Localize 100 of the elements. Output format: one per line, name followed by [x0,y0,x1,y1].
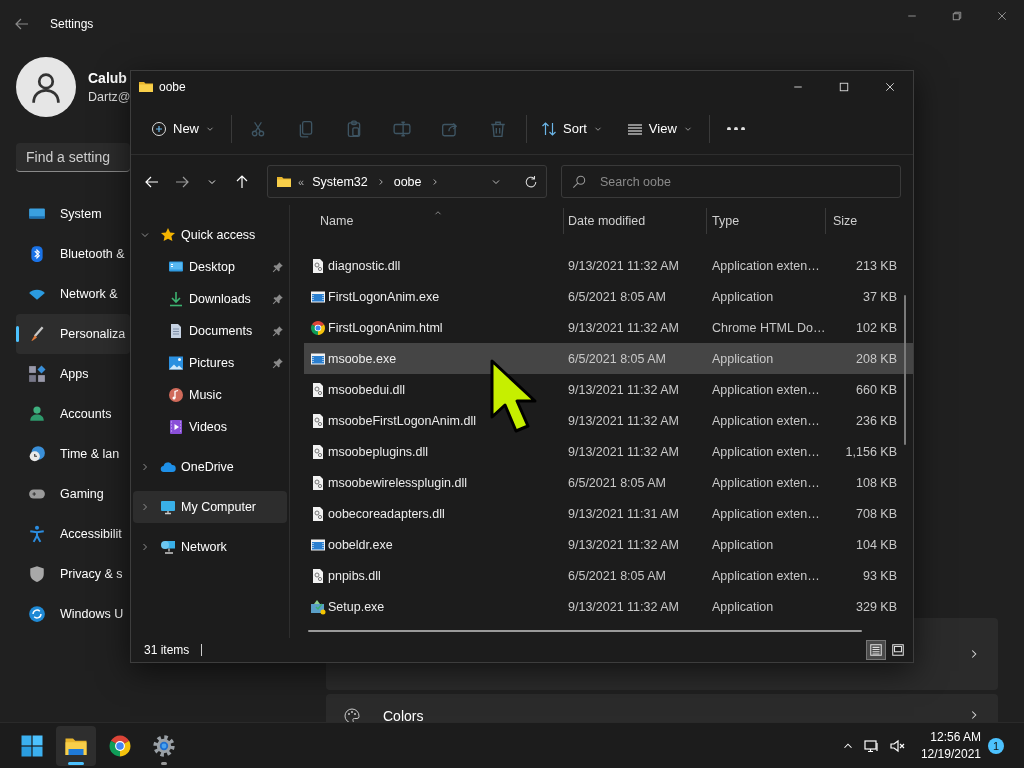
picture-icon [168,355,184,371]
column-header[interactable]: Date modified [563,208,706,234]
file-row[interactable]: msoobewirelessplugin.dll 6/5/2021 8:05 AM Application exten… 108 KB [304,467,913,498]
tree-item[interactable]: Desktop [133,251,287,283]
nav-item[interactable]: System [16,194,130,234]
view-button[interactable] [866,640,886,660]
date-cell-text: 9/13/2021 11:32 AM [567,599,680,614]
size-cell-text: 1,156 KB [844,444,897,459]
clipboard-icon [345,119,363,138]
file-row[interactable]: FirstLogonAnim.exe 6/5/2021 8:05 AM Application 37 KB [304,281,913,312]
close-icon [884,81,896,93]
file-icon [310,257,326,274]
file-name: FirstLogonAnim.html [328,320,443,335]
file-row[interactable]: msoobe.exe 6/5/2021 8:05 AM Application 208 KB [304,343,913,374]
nav-item[interactable]: Network & [16,274,130,314]
nav-item[interactable]: Windows U [16,594,130,634]
file-row[interactable]: Setup.exe 9/13/2021 11:32 AM Application 329 KB [304,591,913,622]
scissors-icon [249,119,267,138]
date-cell-text: 9/13/2021 11:32 AM [567,382,680,397]
size-cell-text: 108 KB [855,475,897,490]
file-row[interactable]: FirstLogonAnim.html 9/13/2021 11:32 AM Chrome HTML Do… 102 KB [304,312,913,343]
file-name: oobeldr.exe [328,537,393,552]
file-row[interactable]: msoobeplugins.dll 9/13/2021 11:32 AM Application exten… 1,156 KB [304,436,913,467]
file-row[interactable]: diagnostic.dll 9/13/2021 11:32 AM Application exten… 213 KB [304,250,913,281]
overflow-marker: « [298,175,305,188]
tree-item[interactable]: Documents [133,315,287,347]
tree-item[interactable]: Videos [133,411,287,443]
size-cell-text: 708 KB [855,506,897,521]
grid-icon [20,733,44,758]
sync-icon [28,605,46,623]
search-field[interactable]: Find a setting [16,143,130,172]
size-cell-text: 329 KB [855,599,897,614]
search-icon [572,174,586,189]
nav-item[interactable]: Bluetooth & [16,234,130,274]
file-row[interactable]: msoobeFirstLogonAnim.dll 9/13/2021 11:32 AM Application exten… 236 KB [304,405,913,436]
video-icon [168,419,184,435]
muted-speaker-icon[interactable] [888,737,905,754]
display-icon[interactable] [863,737,880,754]
nav-item[interactable]: Accessibilit [16,514,130,554]
size-cell-text: 93 KB [861,568,897,583]
column-header[interactable]: Name [304,208,563,234]
rename-icon [393,119,411,138]
nav-item[interactable]: Personaliza [16,314,130,354]
type-cell-text: Application [711,537,775,552]
maximize-icon [838,81,850,93]
nav-item[interactable]: Apps [16,354,130,394]
scrollbar[interactable] [904,295,906,445]
notification-badge[interactable]: 1 [988,737,1004,754]
accessibility-icon [28,525,46,543]
file-icon [310,381,326,398]
scrollbar[interactable] [308,630,862,632]
tree-item[interactable]: Quick access [133,219,287,251]
date-cell-text: 6/5/2021 8:05 AM [567,475,667,490]
size-cell-text: 208 KB [855,351,897,366]
tree-item[interactable]: My Computer [133,491,287,523]
type-cell-text: Application exten… [711,413,821,428]
file-name: FirstLogonAnim.exe [328,289,440,304]
desktop-icon [168,259,184,275]
file-icon [310,412,326,429]
file-icon [310,443,326,460]
file-row[interactable]: oobeldr.exe 9/13/2021 11:32 AM Application 104 KB [304,529,913,560]
refresh-icon[interactable] [524,174,538,189]
tree-item[interactable]: Downloads [133,283,287,315]
date-cell-text: 6/5/2021 8:05 AM [567,568,667,583]
toolbar-button[interactable]: New [143,110,223,147]
tree-item[interactable]: OneDrive [133,451,287,483]
type-cell-text: Application exten… [711,258,821,273]
nav-item[interactable]: Time & lan [16,434,130,474]
breadcrumb[interactable]: oobe [391,174,424,189]
tree-item[interactable]: Music [133,379,287,411]
address-bar[interactable]: « System32 oobe [267,165,547,198]
back-arrow-icon[interactable] [14,16,30,32]
nav-item[interactable]: Privacy & s [16,554,130,594]
clock[interactable]: 12:56 AM 12/19/2021 [920,730,981,761]
column-header[interactable]: Size [825,208,897,234]
computer-icon [160,499,176,515]
tree-item[interactable]: Network [133,531,287,563]
file-row[interactable]: oobecoreadapters.dll 9/13/2021 11:31 AM Application exten… 708 KB [304,498,913,529]
cloud-icon [160,459,176,475]
type-cell-text: Application exten… [711,568,821,583]
type-cell-text: Application [711,351,775,366]
restore-icon [950,10,963,22]
column-header[interactable]: Type [706,208,825,234]
user-name: Calub [88,70,128,86]
nav-item[interactable]: Accounts [16,394,130,434]
nav-item[interactable]: Gaming [16,474,130,514]
file-name: msoobewirelessplugin.dll [328,475,467,490]
search-field[interactable]: Search oobe [561,165,901,198]
toolbar-button[interactable]: View [618,110,701,147]
toolbar-button[interactable]: Sort [533,110,611,147]
size-cell-text: 213 KB [855,258,897,273]
tree-item[interactable]: Pictures [133,347,287,379]
file-row[interactable]: msoobedui.dll 9/13/2021 11:32 AM Application exten… 660 KB [304,374,913,405]
type-cell-text: Chrome HTML Do… [711,320,825,335]
settings-card[interactable]: Colors [326,694,998,722]
network-icon [160,539,176,555]
file-row[interactable]: pnpibs.dll 6/5/2021 8:05 AM Application exten… 93 KB [304,560,913,591]
breadcrumb[interactable]: System32 [310,174,370,189]
plus-circle-icon [151,120,167,137]
taskbar-button[interactable] [56,725,96,766]
